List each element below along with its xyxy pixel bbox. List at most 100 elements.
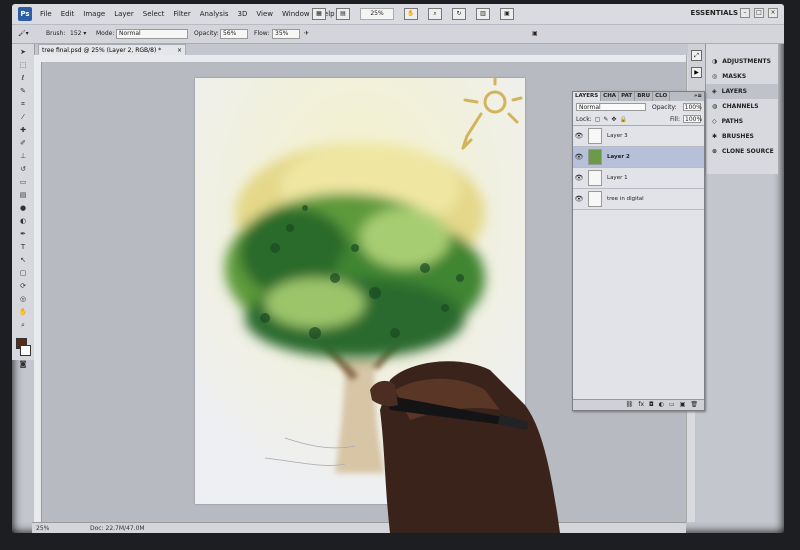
layer-row-layer-1[interactable]: 👁 Layer 1 [573, 168, 704, 189]
panel-channels[interactable]: ◍ CHANNELS [706, 99, 778, 114]
layer-style-icon[interactable]: fx [638, 400, 644, 410]
panel-clone-source[interactable]: ⊛ CLONE SOURCE [706, 144, 778, 159]
clone-stamp-tool-icon[interactable]: ⊥ [16, 152, 30, 161]
document-canvas[interactable] [195, 78, 525, 504]
menu-edit[interactable]: Edit [61, 10, 75, 18]
layer-row-layer-3[interactable]: 👁 Layer 3 [573, 126, 704, 147]
gradient-tool-icon[interactable]: ▤ [16, 191, 30, 200]
tab-clone-source[interactable]: CLO [653, 92, 671, 101]
path-select-tool-icon[interactable]: ↖ [16, 256, 30, 265]
type-tool-icon[interactable]: T [16, 243, 30, 252]
3d-orbit-tool-icon[interactable]: ◎ [16, 295, 30, 304]
panel-menu-icon[interactable]: »≡ [692, 92, 704, 101]
lock-position-icon[interactable]: ✥ [611, 116, 616, 123]
brush-tool-icon[interactable]: ✐ [16, 139, 30, 148]
opacity-field[interactable]: 56% [220, 29, 248, 39]
blur-tool-icon[interactable]: ● [16, 204, 30, 213]
healing-brush-tool-icon[interactable]: ✚ [16, 126, 30, 135]
menu-layer[interactable]: Layer [114, 10, 134, 18]
maximize-icon[interactable]: □ [754, 8, 764, 18]
brush-tool-preset-icon[interactable]: 🖌▾ [18, 30, 29, 37]
zoom-tool-box-icon[interactable]: ⌕ [16, 321, 30, 330]
hand-tool-icon[interactable]: ✋ [404, 8, 418, 20]
mode-select[interactable]: Normal [116, 29, 188, 39]
dodge-tool-icon[interactable]: ◐ [16, 217, 30, 226]
adjustment-layer-icon[interactable]: ◐ [659, 400, 664, 410]
menu-select[interactable]: Select [143, 10, 165, 18]
link-layers-icon[interactable]: ⛓ [626, 400, 634, 410]
visibility-eye-icon[interactable]: 👁 [573, 132, 585, 140]
quick-select-tool-icon[interactable]: ✎ [16, 87, 30, 96]
move-tool-icon[interactable]: ➤ [16, 48, 30, 57]
workspace-switcher[interactable]: ESSENTIALS ▾ [691, 9, 744, 17]
layers-panel-tabs: LAYERS CHA PAT BRU CLO »≡ [573, 92, 704, 101]
panel-paths[interactable]: ◇ PATHS [706, 114, 778, 129]
panel-layers[interactable]: ◈ LAYERS [706, 84, 778, 99]
toggle-brush-panel-icon[interactable]: ▣ [532, 30, 538, 37]
status-zoom[interactable]: 25% [36, 525, 49, 532]
new-group-icon[interactable]: ▭ [669, 400, 675, 410]
visibility-eye-icon[interactable]: 👁 [573, 195, 585, 203]
history-icon[interactable]: ⤢ [691, 50, 702, 61]
lock-all-icon[interactable]: 🔒 [619, 116, 626, 123]
tab-brushes[interactable]: BRU [635, 92, 654, 101]
panel-masks[interactable]: ◎ MASKS [706, 69, 778, 84]
screen-mode-icon[interactable]: ▣ [500, 8, 514, 20]
menu-filter[interactable]: Filter [173, 10, 190, 18]
delete-layer-icon[interactable]: 🗑 [690, 400, 698, 410]
fill-field[interactable]: 100% [683, 115, 702, 123]
new-layer-icon[interactable]: ▣ [680, 400, 686, 410]
quick-mask-icon[interactable]: ◙ [16, 360, 30, 369]
visibility-eye-icon[interactable]: 👁 [573, 153, 585, 161]
menu-file[interactable]: File [40, 10, 52, 18]
visibility-eye-icon[interactable]: 👁 [573, 174, 585, 182]
crop-tool-icon[interactable]: ⌗ [16, 100, 30, 109]
hand-tool-box-icon[interactable]: ✋ [16, 308, 30, 317]
document-tab[interactable]: tree final.psd @ 25% (Layer 2, RGB/8) * … [38, 44, 186, 55]
layer-row-tree-in-digital[interactable]: 👁 tree in digital [573, 189, 704, 210]
airbrush-icon[interactable]: ✈ [304, 30, 309, 37]
mode-label: Mode: [96, 30, 115, 37]
layer-row-layer-2[interactable]: 👁 Layer 2 [573, 147, 704, 168]
zoom-tool-icon[interactable]: ⌕ [428, 8, 442, 20]
marquee-tool-icon[interactable]: ⬚ [16, 61, 30, 70]
lock-transparency-icon[interactable]: ▢ [595, 116, 601, 123]
history-brush-tool-icon[interactable]: ↺ [16, 165, 30, 174]
lasso-tool-icon[interactable]: ℓ [16, 74, 30, 83]
fill-label: Fill: [669, 115, 680, 123]
actions-icon[interactable]: ▶ [691, 67, 702, 78]
status-bar: 25% Doc: 22.7M/47.0M [32, 522, 686, 533]
menu-3d[interactable]: 3D [238, 10, 248, 18]
lock-pixels-icon[interactable]: ✎ [603, 116, 608, 123]
launch-bridge-icon[interactable]: ▦ [312, 8, 326, 20]
add-mask-icon[interactable]: ◘ [649, 400, 654, 410]
blend-mode-select[interactable]: Normal [576, 103, 646, 111]
brush-size-picker[interactable]: 152 ▾ [70, 30, 86, 37]
shape-tool-icon[interactable]: ▢ [16, 269, 30, 278]
view-extras-icon[interactable]: ▤ [336, 8, 350, 20]
layer-opacity-label: Opacity: [652, 103, 677, 111]
rotate-view-icon[interactable]: ↻ [452, 8, 466, 20]
layer-opacity-field[interactable]: 100% [682, 103, 702, 111]
close-icon[interactable]: × [768, 8, 778, 18]
menu-analysis[interactable]: Analysis [200, 10, 229, 18]
zoom-level-select[interactable]: 25% [360, 8, 394, 20]
eyedropper-tool-icon[interactable]: ⁄ [16, 113, 30, 122]
arrange-documents-icon[interactable]: ▥ [476, 8, 490, 20]
tab-layers[interactable]: LAYERS [573, 92, 602, 101]
background-color-swatch[interactable] [20, 345, 31, 356]
panel-brushes[interactable]: ✱ BRUSHES [706, 129, 778, 144]
menu-window[interactable]: Window [282, 10, 310, 18]
eraser-tool-icon[interactable]: ▭ [16, 178, 30, 187]
3d-rotate-tool-icon[interactable]: ⟳ [16, 282, 30, 291]
menu-image[interactable]: Image [83, 10, 105, 18]
tab-paths[interactable]: PAT [619, 92, 636, 101]
panel-adjustments[interactable]: ◑ ADJUSTMENTS [706, 54, 778, 69]
minimize-icon[interactable]: – [740, 8, 750, 18]
menu-view[interactable]: View [256, 10, 273, 18]
pen-tool-icon[interactable]: ✒ [16, 230, 30, 239]
layers-panel: LAYERS CHA PAT BRU CLO »≡ Normal Opacity… [572, 91, 705, 411]
toolbox: ➤ ⬚ ℓ ✎ ⌗ ⁄ ✚ ✐ ⊥ ↺ ▭ ▤ ● ◐ ✒ T ↖ ▢ ⟳ ◎ … [12, 44, 35, 368]
tab-channels[interactable]: CHA [601, 92, 620, 101]
flow-field[interactable]: 35% [272, 29, 300, 39]
